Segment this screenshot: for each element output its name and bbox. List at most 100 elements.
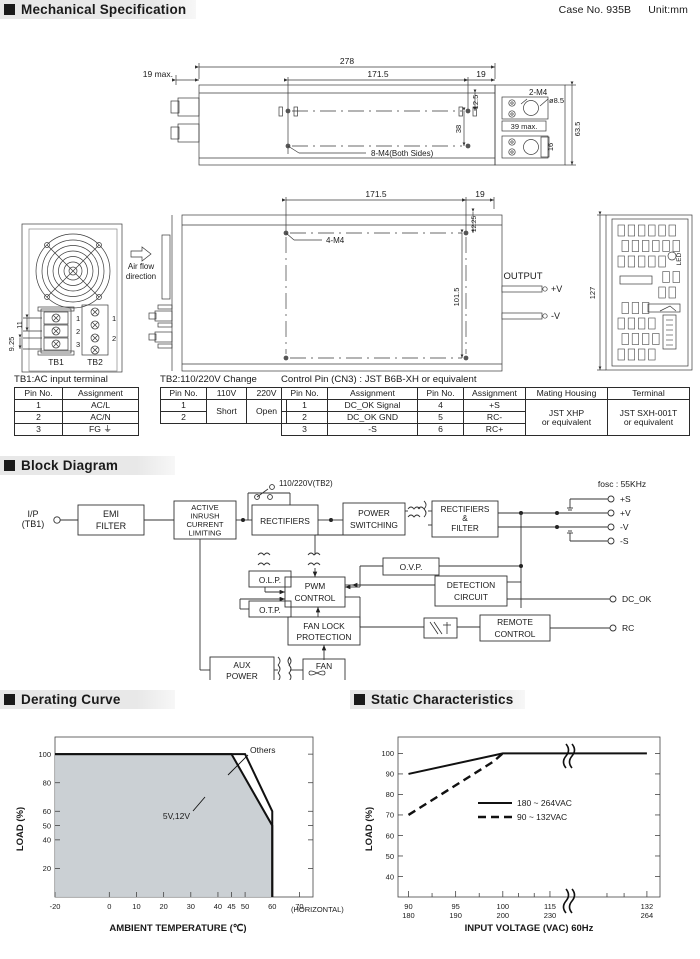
- derate-xtick: 60: [268, 902, 276, 911]
- bd-remote-line2: CONTROL: [495, 629, 536, 639]
- derate-label-5v12v: 5V,12V: [163, 811, 190, 821]
- section-header-derating: Derating Curve: [0, 690, 175, 709]
- section-header-static: Static Characteristics: [350, 690, 525, 709]
- dim-171-5-top: 171.5: [367, 69, 389, 79]
- table-row: 1 DC_OK Signal 4 +S JST XHP or equivalen…: [281, 399, 690, 437]
- bd-remote-line1: REMOTE: [497, 617, 533, 627]
- bd-emi-line1: EMI: [103, 509, 119, 519]
- tb1-r1-pin: 2: [14, 411, 63, 425]
- bd-dc-ok: DC_OK: [622, 594, 652, 604]
- dim-16: 16: [546, 143, 555, 151]
- mechanical-svg: 278 171.5 19 19 max. 8-M4(Both Sides) 12…: [7, 56, 693, 373]
- air-flow-line1: Air flow: [128, 262, 154, 271]
- tb2-col-pin: Pin No.: [160, 386, 207, 401]
- derate-ytick: 80: [43, 779, 51, 788]
- tb1-r0-pin: 1: [14, 399, 63, 413]
- tb1-caption: TB1:AC input terminal: [14, 374, 108, 385]
- table-row: 3 FG ⏚: [14, 423, 139, 437]
- tb2-table-block: TB2:110/220V Change Pin No. 110V 220V 1 …: [160, 374, 287, 425]
- bd-voltage-selector: 110/220V(TB2): [279, 479, 333, 488]
- static-ytick: 50: [386, 852, 394, 861]
- dim-63-5: 63.5: [573, 122, 582, 137]
- bd-aux-line2: POWER: [226, 671, 258, 680]
- cn3-col-terminal: Terminal: [607, 386, 690, 401]
- cn3-mating-housing: JST XHP or equivalent: [525, 399, 608, 437]
- static-chart: 405060708090100 90 95 100 115 132 180 190 200 2…: [364, 736, 661, 934]
- table-row: 2 AC/N: [14, 411, 139, 425]
- cn3-col-housing: Mating Housing: [525, 386, 608, 401]
- tb1-col-pin: Pin No.: [14, 386, 63, 401]
- dim-101-5: 101.5: [452, 288, 461, 307]
- derate-ytick: 60: [43, 807, 51, 816]
- bd-input-line2: (TB1): [22, 519, 45, 529]
- cn3-r1-c0: 2: [281, 411, 328, 425]
- derate-ytick: 50: [43, 821, 51, 830]
- tb1-pin-1: 1: [76, 314, 80, 323]
- bd-active-line4: LIMITING: [189, 529, 222, 538]
- derate-xtick: 45: [227, 902, 235, 911]
- block-diagram-svg: I/P (TB1) EMI FILTER ACTIVE INRUSH CURRE…: [22, 479, 652, 680]
- bd-pwm-line2: CONTROL: [295, 593, 336, 603]
- table-row: 1 AC/L: [14, 399, 139, 413]
- bd-rectifiers: RECTIFIERS: [260, 516, 310, 526]
- section-title-mechanical: Mechanical Specification: [21, 2, 187, 17]
- bullet-square-icon: [4, 4, 15, 15]
- bullet-square-icon: [354, 694, 365, 705]
- static-xtick-top: 100: [497, 902, 510, 911]
- bd-power-line1: POWER: [358, 508, 390, 518]
- block-diagram: I/P (TB1) EMI FILTER ACTIVE INRUSH CURRE…: [0, 475, 700, 690]
- cn3-table-block: Control Pin (CN3) : JST B6B-XH or equiva…: [281, 374, 690, 437]
- charts-header-row: Derating Curve Static Characteristics: [0, 690, 700, 709]
- pin-tables: TB1:AC input terminal Pin No. Assignment…: [0, 374, 700, 452]
- case-info: Case No. 935B Unit:mm: [559, 0, 700, 16]
- cn3-r2-c3: RC+: [463, 423, 526, 437]
- bd-out-minus-v: -V: [620, 522, 629, 532]
- cn3-r0-c0: 1: [281, 399, 328, 413]
- mechanical-drawing: 278 171.5 19 19 max. 8-M4(Both Sides) 12…: [0, 19, 700, 374]
- note-2-m4: 2-M4: [529, 88, 548, 97]
- bd-out-plus-v: +V: [620, 508, 631, 518]
- cn3-terminal: JST SXH-001T or equivalent: [607, 399, 690, 437]
- tb2-pin-2: 2: [160, 411, 207, 425]
- tb1-table: Pin No. Assignment 1 AC/L 2 AC/N 3 FG ⏚: [14, 386, 139, 437]
- tb1-r2-pin: 3: [14, 423, 63, 437]
- dim-12-25: 12.25: [471, 215, 478, 232]
- tb2-110v-value: Short: [206, 399, 247, 425]
- bd-rectfilt-line3: FILTER: [451, 524, 479, 533]
- derate-xtick: 30: [187, 902, 195, 911]
- note-8-m4: 8-M4(Both Sides): [371, 149, 434, 158]
- table-header-row: Pin No. 110V 220V: [160, 386, 287, 401]
- cn3-r2-c2: 6: [417, 423, 464, 437]
- cn3-caption: Control Pin (CN3) : JST B6B-XH or equiva…: [281, 374, 477, 385]
- bullet-square-icon: [4, 694, 15, 705]
- dim-19-top: 19: [476, 69, 486, 79]
- derate-xtick: 0: [107, 902, 111, 911]
- static-legend-2: 90 ~ 132VAC: [517, 812, 567, 822]
- bd-olp: O.L.P.: [259, 576, 281, 585]
- bullet-square-icon: [4, 460, 15, 471]
- cn3-r2-c0: 3: [281, 423, 328, 437]
- table-row: 1 Short Open: [160, 399, 287, 425]
- dim-171-5-bottom: 171.5: [365, 189, 387, 199]
- bd-otp: O.T.P.: [259, 606, 281, 615]
- dim-127: 127: [588, 287, 597, 300]
- tb1-pin-3: 3: [76, 340, 80, 349]
- static-ytick: 70: [386, 811, 394, 820]
- bd-detect-line2: CIRCUIT: [454, 592, 488, 602]
- air-flow-line2: direction: [126, 272, 156, 281]
- tb2-pin-2: 2: [112, 334, 116, 343]
- tb2-col-110: 110V: [206, 386, 247, 401]
- label-led: LED: [676, 252, 683, 265]
- section-title-block: Block Diagram: [21, 458, 119, 473]
- static-ytick: 60: [386, 831, 394, 840]
- tb1-r2-assign: FG ⏚: [62, 423, 139, 437]
- bd-detect-line1: DETECTION: [447, 580, 495, 590]
- static-ytick: 100: [381, 749, 394, 758]
- cn3-r1-c2: 5: [417, 411, 464, 425]
- bd-fanlock-line2: PROTECTION: [297, 632, 352, 642]
- cn3-r1-c1: DC_OK GND: [327, 411, 418, 425]
- cn3-table: Pin No. Assignment Pin No. Assignment Ma…: [281, 386, 690, 437]
- label-plus-v: +V: [551, 284, 562, 294]
- bd-power-line2: SWITCHING: [350, 520, 398, 530]
- derate-xlabel: AMBIENT TEMPERATURE (℃): [109, 923, 246, 934]
